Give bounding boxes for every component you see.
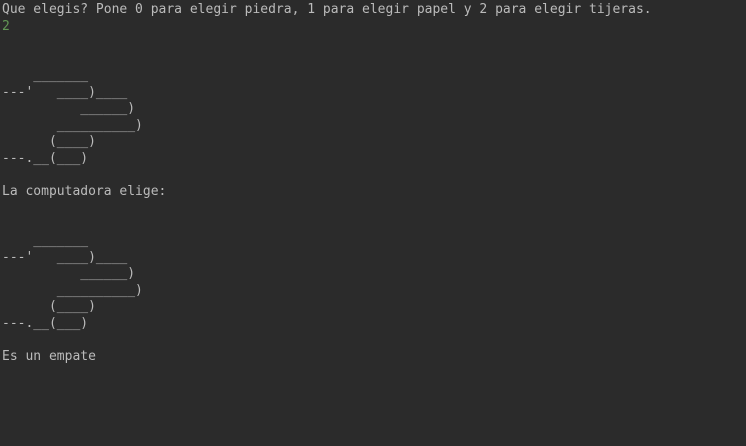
ascii-art-line: (____) xyxy=(2,299,96,314)
ascii-art-line: _______ xyxy=(2,68,89,83)
prompt-text: Que elegis? Pone 0 para elegir piedra, 1… xyxy=(2,2,652,17)
computer-label: La computadora elige: xyxy=(2,183,167,199)
computer-ascii-art: _______ ---' ____)____ ______) _________… xyxy=(2,233,746,332)
ascii-art-line: ---.__(___) xyxy=(2,150,89,166)
user-input-text: 2 xyxy=(2,18,10,34)
ascii-art-line: ---' ____)____ xyxy=(2,84,128,100)
console-output[interactable]: Que elegis? Pone 0 para elegir piedra, 1… xyxy=(0,0,746,446)
ascii-art-line: _______ xyxy=(2,233,89,248)
player-ascii-art: _______ ---' ____)____ ______) _________… xyxy=(2,68,746,167)
ascii-art-line: (____) xyxy=(2,134,96,149)
result-text: Es un empate xyxy=(2,348,96,364)
ascii-art-line: ---.__(___) xyxy=(2,315,89,331)
ascii-art-line: ______) xyxy=(2,266,136,281)
ascii-art-line: __________) xyxy=(2,282,143,298)
ascii-art-line: ---' ____)____ xyxy=(2,249,128,265)
ascii-art-line: __________) xyxy=(2,117,143,133)
ascii-art-line: ______) xyxy=(2,101,136,116)
